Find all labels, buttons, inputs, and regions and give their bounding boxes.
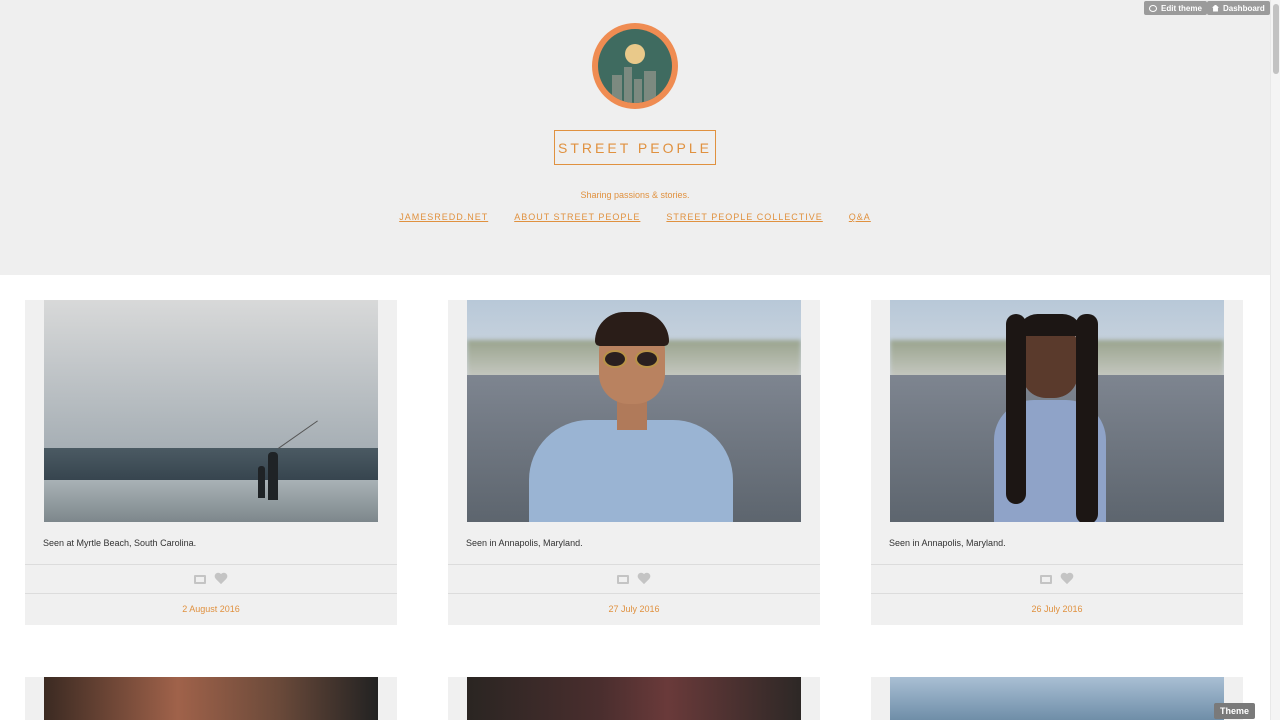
page-scrollbar[interactable] (1270, 0, 1280, 720)
post-card (25, 677, 397, 720)
post-date[interactable]: 2 August 2016 (25, 604, 397, 614)
building-shape (624, 67, 632, 103)
blog-avatar[interactable] (592, 23, 678, 109)
post-photo[interactable] (44, 677, 378, 720)
theme-button[interactable]: Theme (1214, 703, 1256, 719)
person-shirt (529, 420, 733, 522)
home-icon (1212, 4, 1219, 12)
theme-label: Theme (1220, 706, 1250, 716)
avatar-image (598, 29, 672, 103)
post-caption: Seen at Myrtle Beach, South Carolina. (43, 538, 197, 548)
person-braids-right (1076, 314, 1098, 522)
blog-title[interactable]: STREET PEOPLE (554, 130, 716, 165)
post-actions (871, 564, 1243, 594)
post-photo[interactable] (890, 677, 1224, 720)
post-photo[interactable] (890, 300, 1224, 522)
figure-adult (268, 452, 278, 500)
post-card: Seen in Annapolis, Maryland. 26 July 201… (871, 300, 1243, 625)
post-card (871, 677, 1243, 720)
building-shape (612, 75, 622, 103)
post-actions (25, 564, 397, 594)
nav-link-qa[interactable]: Q&A (849, 212, 871, 222)
eye-icon (1149, 4, 1157, 12)
building-shape (644, 71, 656, 103)
post-card (448, 677, 820, 720)
edit-theme-label: Edit theme (1161, 3, 1202, 13)
dashboard-button[interactable]: Dashboard (1207, 1, 1270, 15)
post-photo[interactable] (44, 300, 378, 522)
blog-title-text: STREET PEOPLE (558, 139, 712, 156)
reblog-icon[interactable] (194, 574, 206, 584)
post-actions (448, 564, 820, 594)
post-card: Seen at Myrtle Beach, South Carolina. 2 … (25, 300, 397, 625)
heart-icon[interactable] (637, 573, 651, 586)
dashboard-label: Dashboard (1223, 3, 1265, 13)
heart-icon[interactable] (1060, 573, 1074, 586)
heart-icon[interactable] (214, 573, 228, 586)
post-photo[interactable] (467, 677, 801, 720)
scrollbar-thumb[interactable] (1273, 4, 1279, 74)
sunglasses-right (635, 350, 659, 368)
figure-child (258, 466, 265, 498)
person-hair (1018, 314, 1082, 336)
post-card: Seen in Annapolis, Maryland. 27 July 201… (448, 300, 820, 625)
post-date[interactable]: 27 July 2016 (448, 604, 820, 614)
blog-header: STREET PEOPLE Sharing passions & stories… (0, 0, 1270, 275)
edit-theme-button[interactable]: Edit theme (1144, 1, 1207, 15)
blog-tagline: Sharing passions & stories. (580, 190, 690, 200)
post-caption: Seen in Annapolis, Maryland. (466, 538, 583, 548)
sunglasses-left (603, 350, 627, 368)
reblog-icon[interactable] (617, 574, 629, 584)
post-photo[interactable] (467, 300, 801, 522)
moon-icon (625, 44, 645, 64)
reblog-icon[interactable] (1040, 574, 1052, 584)
nav-link-jamesredd[interactable]: JAMESREDD.NET (399, 212, 488, 222)
person-braids-left (1006, 314, 1026, 504)
building-shape (634, 79, 642, 103)
photo-sand (44, 480, 378, 522)
blog-nav: JAMESREDD.NET ABOUT STREET PEOPLE STREET… (0, 212, 1270, 222)
nav-link-collective[interactable]: STREET PEOPLE COLLECTIVE (666, 212, 822, 222)
post-caption: Seen in Annapolis, Maryland. (889, 538, 1006, 548)
post-date[interactable]: 26 July 2016 (871, 604, 1243, 614)
nav-link-about[interactable]: ABOUT STREET PEOPLE (514, 212, 640, 222)
